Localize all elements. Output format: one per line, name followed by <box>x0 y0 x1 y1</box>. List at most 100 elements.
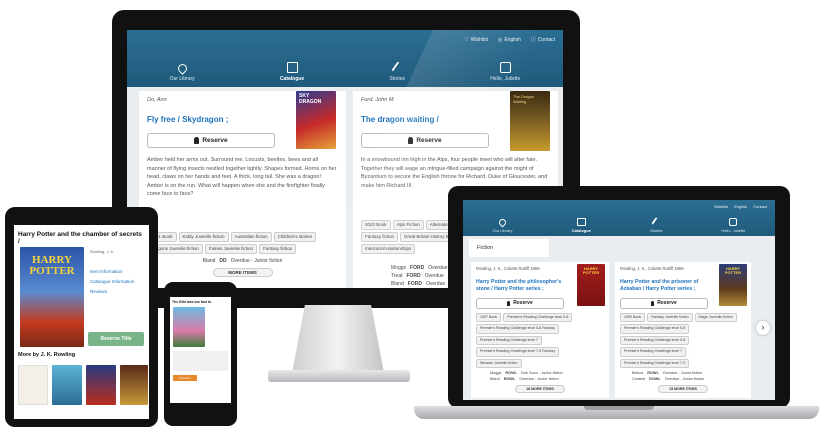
book-title[interactable]: Harry Potter and the prisoner of Azkaban… <box>620 279 708 293</box>
contact-link[interactable]: Contact <box>753 204 767 209</box>
reserve-button[interactable]: Reserve <box>620 297 708 309</box>
person-icon <box>408 137 414 144</box>
availability-row: Bland ROWL Overdue - Junior fiction <box>490 377 559 382</box>
tablet-screen: Harry Potter and the chamber of secrets … <box>14 225 149 419</box>
reviews-link[interactable]: Reviews <box>90 287 134 297</box>
book-cover[interactable]: HARRY POTTER <box>577 264 605 306</box>
nav-catalogue[interactable]: Catalogue <box>280 62 304 87</box>
reserve-title-button[interactable]: Reserve Title <box>88 332 144 346</box>
subject-chip[interactable]: Magic Juvenile fiction <box>694 312 737 323</box>
subject-chip[interactable]: Premier's Reading Challenge level 5-8 <box>503 312 573 323</box>
more-items-button[interactable]: 18 MORE ITEMS <box>515 385 565 394</box>
reserve-button[interactable]: Reserve <box>147 133 275 148</box>
tablet-meta: Rowling, J. K. <box>90 249 115 254</box>
nav-our-library[interactable]: Our Library <box>493 217 513 236</box>
subject-chip[interactable]: Premier's Reading Challenge level 7-9 <box>620 358 690 369</box>
availability-row: Bland DD Overdue - Junior fiction <box>202 258 283 265</box>
phone-reserve-button[interactable]: Reserve <box>173 375 197 381</box>
user-icon <box>729 218 738 226</box>
cover-art: HARRY POTTER <box>724 266 742 275</box>
book-cover[interactable]: SKY DRAGON <box>296 91 336 149</box>
book-card: Rowling, J. K., Colette Ratliff 1966- Ha… <box>471 262 609 398</box>
related-cover[interactable] <box>18 365 48 405</box>
subject-chip[interactable]: Wizards Juvenile fiction <box>476 358 522 369</box>
subject-chip[interactable]: Premier's Reading Challenge level 5-8 <box>620 324 690 334</box>
laptop-notch <box>584 406 654 410</box>
category-tab[interactable]: Fiction <box>469 239 549 257</box>
subject-chip[interactable]: Australian fiction <box>230 232 272 243</box>
tablet-page-title: Harry Potter and the chamber of secrets … <box>18 231 142 245</box>
language-link[interactable]: ◎ English <box>498 36 521 43</box>
subject-chip[interactable]: Premier's Reading Challenge level 7 <box>620 347 687 357</box>
carousel-next-button[interactable]: › <box>756 321 770 335</box>
book-title[interactable]: Harry Potter and the philosopher's stone… <box>476 279 564 293</box>
nav-login[interactable]: Hello, Juliette <box>490 62 520 87</box>
phone-info-block <box>173 351 228 371</box>
subject-chip[interactable]: Interracial relationships <box>361 244 416 255</box>
book-icon <box>576 218 586 226</box>
info-icon: ⓘ <box>530 37 536 43</box>
subject-chip[interactable]: Premier's Reading Challenge level 5-8 Fa… <box>476 324 559 334</box>
desktop-stand-neck <box>292 305 384 373</box>
item-information-link[interactable]: Item Information <box>90 267 134 277</box>
related-cover[interactable] <box>86 365 116 405</box>
subject-chip[interactable]: Alps Fiction <box>392 220 424 231</box>
book-cover[interactable]: HARRY POTTER <box>20 247 84 347</box>
book-description: Amber held her arms out. Surround me. Lo… <box>147 157 337 198</box>
tablet-links: Item Information Catalogue Information R… <box>90 267 134 297</box>
laptop-header: Wishlist English Contact Our Library Cat… <box>463 200 775 236</box>
reserve-button[interactable]: Reserve <box>361 133 489 148</box>
laptop-screen: Wishlist English Contact Our Library Cat… <box>463 200 775 400</box>
more-items-button[interactable]: MORE ITEMS <box>212 268 273 278</box>
utility-links: ♡ Wishlist ◎ English ⓘ Contact <box>464 36 555 44</box>
language-link[interactable]: English <box>734 204 747 209</box>
book-card: Do, Ann Fly free / Skydragon ; SKY DRAGON… <box>139 91 346 288</box>
wishlist-link[interactable]: Wishlist <box>714 204 728 209</box>
nav-our-library[interactable]: Our Library <box>170 62 195 87</box>
catalogue-information-link[interactable]: Catalogue Information <box>90 277 134 287</box>
nav-catalogue[interactable]: Catalogue <box>572 218 591 236</box>
nav-stories[interactable]: Stories <box>650 217 662 236</box>
subject-chip[interactable]: Children's stories <box>273 232 316 243</box>
subject-chip[interactable]: Kiddy Juvenile fiction <box>178 232 229 243</box>
heart-icon: ♡ <box>464 36 469 43</box>
availability-list: Bellow ROWL Overdue - Junior fiction Conte… <box>632 370 746 382</box>
subject-chip[interactable]: Fantasy fiction <box>361 232 399 243</box>
contact-link[interactable]: ⓘ Contact <box>530 36 555 44</box>
subject-chip[interactable]: 1999 Book <box>620 312 646 323</box>
book-icon <box>286 62 298 73</box>
nav-login[interactable]: Hello, Juliette <box>721 218 745 236</box>
reserve-button[interactable]: Reserve <box>476 297 564 309</box>
user-icon <box>499 62 511 73</box>
subject-chip[interactable]: Fantasy Juvenile fiction <box>647 312 693 323</box>
cover-art: The Dragon Waiting <box>513 94 535 104</box>
subject-chip[interactable]: Premier's Reading Challenge level 5-8 <box>620 335 690 346</box>
subject-chip[interactable]: Fantasy fiction <box>259 244 297 255</box>
book-card: Rowling, J. K., Colette Ratliff 1966- Ha… <box>615 262 751 398</box>
subject-chip[interactable]: 1997 Book <box>476 312 502 323</box>
book-cover[interactable] <box>173 307 205 347</box>
subject-chip[interactable]: 2020 Book <box>361 220 391 231</box>
more-by-heading: More by J. K. Rowling <box>18 352 76 358</box>
subject-chip[interactable]: Premier's Reading Challenge level 7 <box>476 335 543 346</box>
wishlist-link[interactable]: ♡ Wishlist <box>464 36 488 43</box>
more-items-button[interactable]: 15 MORE ITEMS <box>658 385 708 394</box>
subject-chip[interactable]: Premier's Reading Challenge level 7-9 Fa… <box>476 347 559 357</box>
subject-chips: 1997 Book Premier's Reading Challenge lev… <box>476 312 604 371</box>
chevron-right-icon: › <box>761 322 765 332</box>
nav-stories[interactable]: Stories <box>389 61 405 87</box>
desktop-header: ♡ Wishlist ◎ English ⓘ Contact Our Library … <box>127 30 563 87</box>
book-cover[interactable]: HARRY POTTER <box>719 264 747 306</box>
map-pin-icon <box>497 217 508 228</box>
subject-chip[interactable]: Fairies Juvenile fiction <box>204 244 258 255</box>
cover-art: SKY DRAGON <box>299 93 322 105</box>
person-icon <box>651 300 655 306</box>
book-cover[interactable]: The Dragon Waiting <box>510 91 550 151</box>
person-icon <box>507 300 511 306</box>
person-icon <box>194 137 200 144</box>
phone-screen: The Bild was too fast to Reserve <box>170 297 231 403</box>
related-cover[interactable] <box>52 365 82 405</box>
desktop-stand-base <box>268 370 410 382</box>
related-cover[interactable] <box>120 365 148 405</box>
pen-icon <box>391 61 403 74</box>
